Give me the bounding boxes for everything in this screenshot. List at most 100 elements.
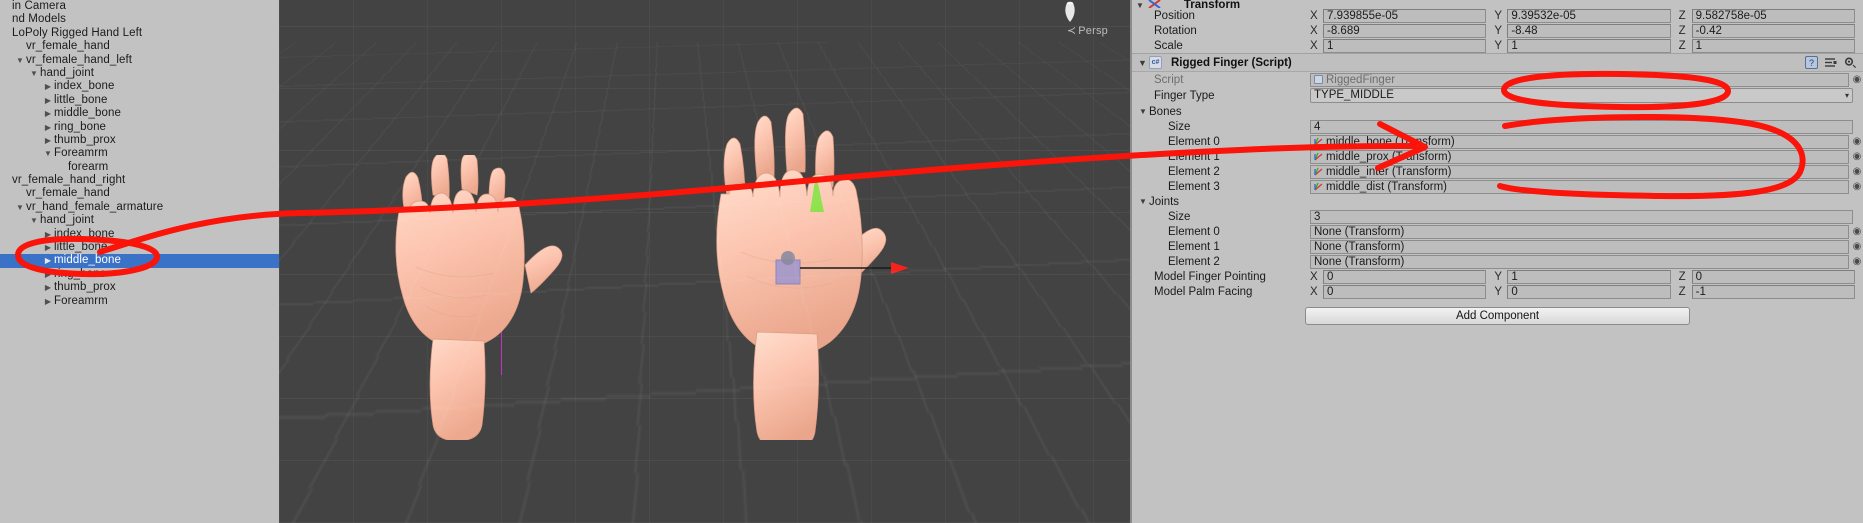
chevron-right-icon[interactable]: ▶: [42, 94, 54, 107]
joints-element-2-object-field[interactable]: None (Transform): [1310, 254, 1849, 269]
model-palm-facing-row[interactable]: Model Palm Facing X 0 Y 0 Z -1: [1132, 284, 1863, 299]
chevron-right-icon[interactable]: ▶: [42, 281, 54, 294]
chevron-right-icon[interactable]: ▶: [42, 134, 54, 147]
hierarchy-item-middle_bone[interactable]: ▶ middle_bone: [0, 254, 279, 268]
finger-type-dropdown[interactable]: TYPE_MIDDLE ▾: [1310, 88, 1853, 103]
hierarchy-item-vr_female_hand_right[interactable]: vr_female_hand_right: [0, 174, 279, 187]
bones-element-1-row[interactable]: Element 1 middle_prox (Transform) ◉: [1132, 149, 1863, 164]
joints-size-field[interactable]: 3: [1310, 209, 1853, 224]
model-finger-pointing-y[interactable]: 1: [1507, 269, 1671, 284]
transform-scale-row[interactable]: Scale X 1 Y 1 Z 1: [1132, 38, 1863, 53]
hierarchy-item-ring_bone[interactable]: ▶ ring_bone: [0, 121, 279, 134]
chevron-right-icon[interactable]: ▶: [42, 107, 54, 120]
view-cone-gizmo-icon[interactable]: [1062, 0, 1078, 22]
transform-position-row[interactable]: Position X 7.939855e-05 Y 9.39532e-05 Z 9.5827…: [1132, 8, 1863, 23]
joints-element-2-picker-icon[interactable]: ◉: [1851, 256, 1863, 267]
bones-element-3-object-field[interactable]: middle_dist (Transform): [1310, 179, 1849, 194]
joints-foldout-icon[interactable]: ▼: [1137, 197, 1149, 206]
joints-element-0-row[interactable]: Element 0 None (Transform) ◉: [1132, 224, 1863, 239]
projection-mode-label[interactable]: ≺ Persp: [1067, 24, 1108, 37]
chevron-right-icon[interactable]: ▶: [42, 121, 54, 134]
transform-position-x[interactable]: 7.939855e-05: [1323, 8, 1487, 23]
hierarchy-panel[interactable]: in Camera nd Models LoPoly Rigged Hand Lef…: [0, 0, 279, 523]
joints-element-2-row[interactable]: Element 2 None (Transform) ◉: [1132, 254, 1863, 269]
bones-element-2-object-field[interactable]: middle_inter (Transform): [1310, 164, 1849, 179]
transform-rotation-x[interactable]: -8.689: [1323, 23, 1487, 38]
script-field-row[interactable]: Script RiggedFinger ◉: [1132, 72, 1863, 87]
transform-scale-y[interactable]: 1: [1507, 38, 1671, 53]
script-object-field[interactable]: RiggedFinger: [1310, 72, 1849, 87]
hierarchy-item-hand_joint[interactable]: ▼ hand_joint: [0, 67, 279, 80]
model-finger-pointing-z[interactable]: 0: [1691, 269, 1855, 284]
bones-size-row[interactable]: Size 4: [1132, 119, 1863, 134]
hierarchy-item-middle_bone[interactable]: ▶ middle_bone: [0, 107, 279, 120]
hierarchy-item-in-camera[interactable]: in Camera: [0, 0, 279, 13]
bones-element-2-picker-icon[interactable]: ◉: [1851, 166, 1863, 177]
transform-scale-z[interactable]: 1: [1691, 38, 1855, 53]
chevron-right-icon[interactable]: ▶: [42, 268, 54, 281]
hierarchy-item-foreamrm[interactable]: ▶ Foreamrm: [0, 295, 279, 308]
bones-element-3-row[interactable]: Element 3 middle_dist (Transform) ◉: [1132, 179, 1863, 194]
hierarchy-item-lopoly-rigged-hand-left[interactable]: LoPoly Rigged Hand Left: [0, 27, 279, 40]
scene-view[interactable]: ≺ Persp: [279, 0, 1130, 523]
hierarchy-item-nd-models[interactable]: nd Models: [0, 13, 279, 26]
transform-rotation-vector[interactable]: X -8.689 Y -8.48 Z -0.42: [1310, 23, 1863, 38]
model-palm-facing-x[interactable]: 0: [1323, 284, 1487, 299]
transform-scale-x[interactable]: 1: [1323, 38, 1487, 53]
chevron-down-icon[interactable]: ▼: [14, 54, 26, 67]
joints-element-1-object-field[interactable]: None (Transform): [1310, 239, 1849, 254]
transform-scale-vector[interactable]: X1Y1Z1: [1310, 38, 1863, 53]
model-finger-pointing-vector[interactable]: X 0 Y 1 Z 0: [1310, 269, 1863, 284]
model-palm-facing-vector[interactable]: X 0 Y 0 Z -1: [1310, 284, 1863, 299]
inspector-panel[interactable]: ▼ Transform Position X 7.939855e-05 Y 9.3953…: [1130, 0, 1863, 523]
joints-size-row[interactable]: Size 3: [1132, 209, 1863, 224]
hierarchy-item-vr_female_hand[interactable]: vr_female_hand: [0, 40, 279, 53]
hierarchy-item-foreamrm[interactable]: ▼ Foreamrm: [0, 147, 279, 160]
transform-position-y[interactable]: 9.39532e-05: [1507, 8, 1671, 23]
chevron-down-icon[interactable]: ▼: [28, 214, 40, 227]
transform-rotation-y[interactable]: -8.48: [1507, 23, 1671, 38]
hierarchy-item-ring_bone[interactable]: ▶ ring_bone: [0, 268, 279, 281]
chevron-down-icon[interactable]: ▼: [42, 147, 54, 160]
hierarchy-item-index_bone[interactable]: ▶ index_bone: [0, 80, 279, 93]
chevron-down-icon[interactable]: ▼: [28, 67, 40, 80]
bones-element-1-picker-icon[interactable]: ◉: [1851, 151, 1863, 162]
chevron-down-icon[interactable]: ▼: [14, 201, 26, 214]
joints-element-1-row[interactable]: Element 1 None (Transform) ◉: [1132, 239, 1863, 254]
bones-element-1-object-field[interactable]: middle_prox (Transform): [1310, 149, 1849, 164]
hierarchy-item-hand_joint[interactable]: ▼ hand_joint: [0, 214, 279, 227]
transform-position-vector[interactable]: X 7.939855e-05 Y 9.39532e-05 Z 9.582758e-05: [1310, 8, 1863, 23]
hierarchy-item-vr_female_hand[interactable]: vr_female_hand: [0, 187, 279, 200]
hierarchy-item-forearm[interactable]: forearm: [0, 161, 279, 174]
hierarchy-item-index_bone[interactable]: ▶ index_bone: [0, 228, 279, 241]
joints-element-0-object-field[interactable]: None (Transform): [1310, 224, 1849, 239]
model-palm-facing-z[interactable]: -1: [1691, 284, 1855, 299]
transform-rotation-z[interactable]: -0.42: [1691, 23, 1855, 38]
joints-element-1-picker-icon[interactable]: ◉: [1851, 241, 1863, 252]
joints-element-0-picker-icon[interactable]: ◉: [1851, 226, 1863, 237]
component-foldout-icon[interactable]: ▼: [1136, 58, 1149, 68]
joints-element-list[interactable]: Element 0 None (Transform) ◉ Element 1 None …: [1132, 224, 1863, 269]
hierarchy-item-little_bone[interactable]: ▶ little_bone: [0, 241, 279, 254]
chevron-right-icon[interactable]: ▶: [42, 254, 54, 267]
transform-fields[interactable]: Position X 7.939855e-05 Y 9.39532e-05 Z 9.5827…: [1132, 8, 1863, 53]
bones-foldout-row[interactable]: ▼ Bones: [1132, 104, 1863, 119]
gear-icon[interactable]: [1843, 56, 1856, 69]
preset-icon[interactable]: [1824, 56, 1837, 69]
model-palm-facing-y[interactable]: 0: [1507, 284, 1671, 299]
bones-element-0-row[interactable]: Element 0 middle_bone (Transform) ◉: [1132, 134, 1863, 149]
finger-type-row[interactable]: Finger Type TYPE_MIDDLE ▾: [1132, 87, 1863, 104]
hierarchy-item-thumb_prox[interactable]: ▶ thumb_prox: [0, 281, 279, 294]
bones-element-2-row[interactable]: Element 2 middle_inter (Transform) ◉: [1132, 164, 1863, 179]
hierarchy-item-little_bone[interactable]: ▶ little_bone: [0, 94, 279, 107]
hierarchy-item-vr_female_hand_left[interactable]: ▼ vr_female_hand_left: [0, 54, 279, 67]
chevron-right-icon[interactable]: ▶: [42, 228, 54, 241]
transform-position-z[interactable]: 9.582758e-05: [1691, 8, 1855, 23]
bones-element-0-object-field[interactable]: middle_bone (Transform): [1310, 134, 1849, 149]
bones-element-3-picker-icon[interactable]: ◉: [1851, 181, 1863, 192]
joints-foldout-row[interactable]: ▼ Joints: [1132, 194, 1863, 209]
bones-size-field[interactable]: 4: [1310, 119, 1853, 134]
hierarchy-tree[interactable]: in Camera nd Models LoPoly Rigged Hand Lef…: [0, 0, 279, 308]
bones-element-list[interactable]: Element 0 middle_bone (Transform) ◉ Element…: [1132, 134, 1863, 194]
chevron-right-icon[interactable]: ▶: [42, 241, 54, 254]
